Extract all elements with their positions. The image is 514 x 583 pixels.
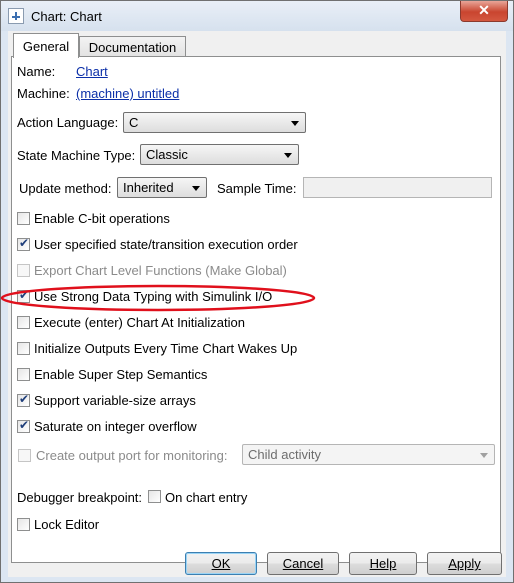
window-title: Chart: Chart: [31, 9, 102, 24]
update-method-label: Update method:: [19, 181, 112, 196]
monitoring-select[interactable]: Child activity: [242, 444, 495, 465]
tab-documentation-label: Documentation: [88, 40, 177, 55]
name-label: Name:: [17, 64, 56, 79]
help-label: Help: [369, 556, 397, 571]
chevron-down-icon: [480, 453, 488, 458]
title-bar[interactable]: Chart: Chart ✕: [1, 1, 513, 31]
monitoring-value: Child activity: [248, 447, 321, 462]
help-button[interactable]: Help: [349, 552, 417, 575]
debugger-breakpoint-label: Debugger breakpoint:: [17, 490, 143, 505]
cancel-button[interactable]: Cancel: [267, 552, 339, 575]
option-label: Initialize Outputs Every Time Chart Wake…: [34, 341, 298, 356]
dialog-client: General Documentation Name: Chart Machin…: [8, 31, 506, 577]
tab-general-label: General: [22, 39, 70, 54]
checkbox-execute-at-initialization[interactable]: [17, 316, 30, 329]
chevron-down-icon: [284, 153, 292, 158]
chevron-down-icon: [291, 121, 299, 126]
chart-app-icon: [8, 8, 24, 24]
ok-label: OK: [211, 556, 231, 571]
checkbox-c-bit-operations[interactable]: [17, 212, 30, 225]
state-machine-type-select[interactable]: Classic: [140, 144, 299, 165]
apply-button[interactable]: Apply: [427, 552, 502, 575]
tab-general[interactable]: General: [13, 33, 79, 58]
general-panel: Name: Chart Machine: (machine) untitled …: [11, 56, 501, 563]
checkbox-variable-size-arrays[interactable]: [17, 392, 30, 407]
checkbox-initialize-outputs[interactable]: [17, 342, 30, 355]
machine-link[interactable]: (machine) untitled: [76, 86, 179, 101]
option-label: User specified state/transition executio…: [34, 237, 298, 252]
checkbox-output-port-monitoring[interactable]: [18, 449, 31, 462]
action-language-value: C: [129, 115, 139, 130]
option-label: Export Chart Level Functions (Make Globa…: [34, 263, 287, 278]
sample-time-field[interactable]: [303, 177, 492, 198]
monitoring-label: Create output port for monitoring:: [36, 448, 228, 463]
update-method-select[interactable]: Inherited: [117, 177, 207, 198]
update-method-value: Inherited: [123, 180, 174, 195]
close-icon: ✕: [478, 2, 490, 18]
machine-label: Machine:: [17, 86, 70, 101]
checkbox-saturate-overflow[interactable]: [17, 418, 30, 433]
action-language-select[interactable]: C: [123, 112, 306, 133]
checkbox-user-specified-order[interactable]: [17, 236, 30, 251]
option-label: Enable Super Step Semantics: [34, 367, 208, 382]
dialog-window: Chart: Chart ✕ General Documentation Nam…: [0, 0, 514, 583]
checkbox-super-step-semantics[interactable]: [17, 368, 30, 381]
checkbox-export-chart-functions[interactable]: [17, 264, 30, 277]
lock-editor-label: Lock Editor: [34, 517, 100, 532]
close-button[interactable]: ✕: [460, 1, 508, 22]
option-label: Support variable-size arrays: [34, 393, 196, 408]
on-chart-entry-label: On chart entry: [165, 490, 248, 505]
option-label: Use Strong Data Typing with Simulink I/O: [34, 289, 273, 304]
sample-time-label: Sample Time:: [217, 181, 297, 196]
chart-name-link[interactable]: Chart: [76, 64, 108, 79]
checkbox-lock-editor[interactable]: [17, 518, 30, 531]
tab-documentation[interactable]: Documentation: [79, 36, 186, 58]
cancel-label: Cancel: [282, 556, 324, 571]
state-machine-type-value: Classic: [146, 147, 188, 162]
option-label: Enable C-bit operations: [34, 211, 170, 226]
checkbox-on-chart-entry[interactable]: [148, 490, 161, 503]
state-machine-type-label: State Machine Type:: [17, 148, 136, 163]
option-label: Saturate on integer overflow: [34, 419, 197, 434]
checkbox-strong-data-typing[interactable]: [17, 288, 30, 303]
option-label: Execute (enter) Chart At Initialization: [34, 315, 245, 330]
chevron-down-icon: [192, 186, 200, 191]
apply-label: Apply: [448, 556, 481, 571]
action-language-label: Action Language:: [17, 115, 119, 130]
ok-button[interactable]: OK: [185, 552, 257, 575]
